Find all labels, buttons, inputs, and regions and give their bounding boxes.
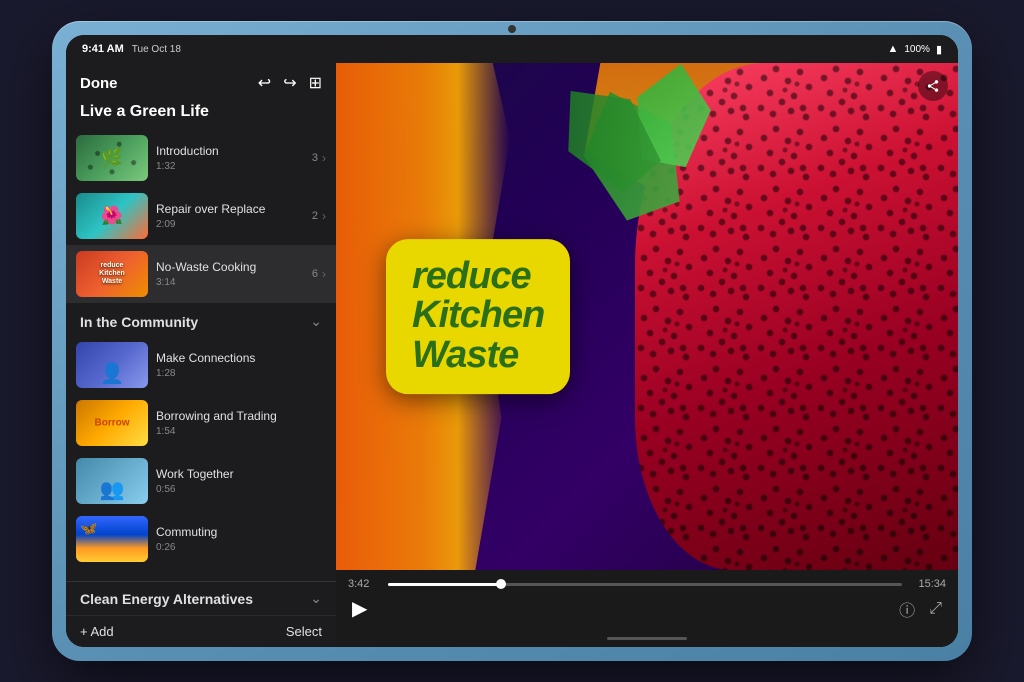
video-text-line1: reduce (412, 257, 544, 297)
thumb-icon: 🌿 (101, 148, 123, 169)
section-header-community[interactable]: In the Community ⌄ (66, 303, 336, 336)
video-item-connections[interactable]: 👤 Make Connections 1:28 (66, 336, 336, 394)
add-button[interactable]: + Add (80, 624, 114, 639)
video-title: Work Together (156, 467, 318, 483)
video-info-introduction: Introduction 1:32 (148, 144, 312, 172)
video-info-repair: Repair over Replace 2:09 (148, 202, 312, 230)
video-duration: 0:26 (156, 542, 318, 553)
thumb-icon: Borrow (95, 418, 130, 429)
video-duration: 0:56 (156, 484, 318, 495)
progress-fill (388, 583, 501, 586)
undo-icon[interactable]: ↩ (258, 73, 271, 93)
video-item-commuting[interactable]: 🦋 Commuting 0:26 (66, 510, 336, 568)
video-title: Repair over Replace (156, 202, 304, 218)
video-duration: 1:54 (156, 426, 318, 437)
reduce-waste-bubble: reduce Kitchen Waste (386, 239, 570, 395)
sidebar-scroll[interactable]: 🌿 Introduction 1:32 3 › 🌺 (66, 129, 336, 581)
video-duration: 1:28 (156, 368, 318, 379)
done-button[interactable]: Done (80, 75, 118, 92)
video-badge: 3 (312, 152, 318, 164)
chevron-right-icon: › (322, 267, 326, 281)
video-info-nowaste: No-Waste Cooking 3:14 (148, 260, 312, 288)
video-title: No-Waste Cooking (156, 260, 304, 276)
status-date: Tue Oct 18 (132, 44, 181, 55)
share-button[interactable] (918, 71, 948, 101)
right-controls: ⓘ ⤢ (899, 597, 942, 621)
chevron-right-icon: › (322, 209, 326, 223)
wifi-icon: ▲ (887, 43, 898, 55)
player-controls: 3:42 15:34 ▶ ⓘ ⤢ (336, 570, 958, 629)
thumb-connections: 👤 (76, 342, 148, 388)
video-badge: 6 (312, 268, 318, 280)
play-button[interactable]: ▶ (352, 596, 367, 621)
section-title: In the Community (80, 314, 198, 330)
section-header-energy[interactable]: Clean Energy Alternatives ⌄ (66, 582, 336, 616)
controls-row: ▶ ⓘ ⤢ (348, 596, 946, 621)
filmstrip-icon[interactable]: ⊞ (309, 73, 322, 93)
video-item-introduction[interactable]: 🌿 Introduction 1:32 3 › (66, 129, 336, 187)
video-duration: 2:09 (156, 219, 304, 230)
video-text-line3: Waste (412, 336, 544, 376)
select-button[interactable]: Select (286, 624, 322, 639)
video-title: Borrowing and Trading (156, 409, 318, 425)
video-info-together: Work Together 0:56 (148, 467, 326, 495)
progress-bar[interactable] (388, 583, 902, 586)
video-item-together[interactable]: 👥 Work Together 0:56 (66, 452, 336, 510)
redo-icon[interactable]: ↪ (283, 73, 296, 93)
video-player: reduce Kitchen Waste 3:42 15: (336, 63, 958, 647)
info-button[interactable]: ⓘ (899, 597, 915, 621)
thumb-icon: 👥 (100, 477, 125, 502)
video-info-connections: Make Connections 1:28 (148, 351, 326, 379)
video-badge: 2 (312, 210, 318, 222)
video-duration: 3:14 (156, 277, 304, 288)
progress-row: 3:42 15:34 (348, 578, 946, 590)
chevron-down-icon: ⌄ (310, 313, 322, 330)
video-title: Commuting (156, 525, 318, 541)
video-text-line2: Kitchen (412, 297, 544, 337)
video-canvas: reduce Kitchen Waste (336, 63, 958, 570)
video-title: Make Connections (156, 351, 318, 367)
video-item-nowaste[interactable]: reduceKitchenWaste No-Waste Cooking 3:14… (66, 245, 336, 303)
total-time: 15:34 (910, 578, 946, 590)
video-item-borrow[interactable]: Borrow Borrowing and Trading 1:54 (66, 394, 336, 452)
video-duration: 1:32 (156, 161, 304, 172)
battery-indicator: 100% (904, 44, 930, 55)
sidebar-header: Done ↩ ↪ ⊞ (66, 63, 336, 99)
thumb-borrow: Borrow (76, 400, 148, 446)
chevron-down-icon: ⌄ (310, 590, 322, 607)
playlist-title: Live a Green Life (66, 99, 336, 129)
sidebar: Done ↩ ↪ ⊞ Live a Green Life 🌿 (66, 63, 336, 647)
camera-notch (508, 25, 516, 33)
section-title-energy: Clean Energy Alternatives (80, 591, 253, 607)
thumb-icon: 👤 (100, 361, 125, 386)
video-text: reduce Kitchen Waste (412, 257, 544, 377)
current-time: 3:42 (348, 578, 380, 590)
home-indicator (607, 637, 687, 640)
thumb-together: 👥 (76, 458, 148, 504)
bottom-actions: + Add Select (66, 616, 336, 647)
thumb-nowaste: reduceKitchenWaste (76, 251, 148, 297)
chevron-right-icon: › (322, 151, 326, 165)
status-bar: 9:41 AM Tue Oct 18 ▲ 100% ▮ (66, 35, 958, 63)
ipad-device: 9:41 AM Tue Oct 18 ▲ 100% ▮ Done ↩ ↪ ⊞ (52, 21, 972, 661)
home-indicator-area (336, 629, 958, 647)
fullscreen-button[interactable]: ⤢ (929, 600, 942, 618)
thumb-introduction: 🌿 (76, 135, 148, 181)
share-icon (926, 79, 940, 93)
progress-dot (496, 579, 506, 589)
thumb-commuting: 🦋 (76, 516, 148, 562)
status-time: 9:41 AM (82, 43, 124, 55)
video-item-repair[interactable]: 🌺 Repair over Replace 2:09 2 › (66, 187, 336, 245)
video-info-commuting: Commuting 0:26 (148, 525, 326, 553)
battery-icon: ▮ (936, 43, 942, 56)
thumb-repair: 🌺 (76, 193, 148, 239)
video-title: Introduction (156, 144, 304, 160)
sidebar-bottom: Clean Energy Alternatives ⌄ + Add Select (66, 581, 336, 647)
video-info-borrow: Borrowing and Trading 1:54 (148, 409, 326, 437)
